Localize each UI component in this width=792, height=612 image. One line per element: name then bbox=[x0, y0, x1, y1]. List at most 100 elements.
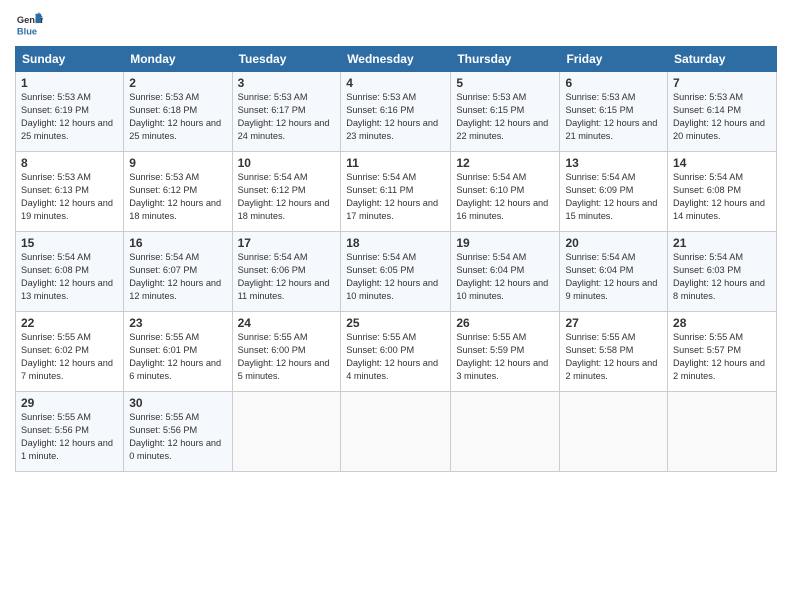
day-cell: 5Sunrise: 5:53 AMSunset: 6:15 PMDaylight… bbox=[451, 72, 560, 152]
logo: General Blue bbox=[15, 10, 47, 38]
day-cell: 13Sunrise: 5:54 AMSunset: 6:09 PMDayligh… bbox=[560, 152, 668, 232]
day-number: 19 bbox=[456, 236, 554, 250]
weekday-header-sunday: Sunday bbox=[16, 47, 124, 72]
day-cell: 30Sunrise: 5:55 AMSunset: 5:56 PMDayligh… bbox=[124, 392, 232, 472]
day-info: Sunrise: 5:53 AMSunset: 6:18 PMDaylight:… bbox=[129, 91, 226, 143]
day-number: 14 bbox=[673, 156, 771, 170]
day-number: 28 bbox=[673, 316, 771, 330]
day-info: Sunrise: 5:54 AMSunset: 6:09 PMDaylight:… bbox=[565, 171, 662, 223]
day-info: Sunrise: 5:54 AMSunset: 6:06 PMDaylight:… bbox=[238, 251, 336, 303]
weekday-header-friday: Friday bbox=[560, 47, 668, 72]
day-cell bbox=[232, 392, 341, 472]
day-info: Sunrise: 5:54 AMSunset: 6:04 PMDaylight:… bbox=[456, 251, 554, 303]
day-info: Sunrise: 5:55 AMSunset: 6:01 PMDaylight:… bbox=[129, 331, 226, 383]
day-info: Sunrise: 5:53 AMSunset: 6:17 PMDaylight:… bbox=[238, 91, 336, 143]
weekday-header-tuesday: Tuesday bbox=[232, 47, 341, 72]
day-number: 15 bbox=[21, 236, 118, 250]
day-cell: 10Sunrise: 5:54 AMSunset: 6:12 PMDayligh… bbox=[232, 152, 341, 232]
day-number: 26 bbox=[456, 316, 554, 330]
day-cell bbox=[451, 392, 560, 472]
day-cell: 1Sunrise: 5:53 AMSunset: 6:19 PMDaylight… bbox=[16, 72, 124, 152]
week-row-5: 29Sunrise: 5:55 AMSunset: 5:56 PMDayligh… bbox=[16, 392, 777, 472]
day-cell: 23Sunrise: 5:55 AMSunset: 6:01 PMDayligh… bbox=[124, 312, 232, 392]
day-cell: 11Sunrise: 5:54 AMSunset: 6:11 PMDayligh… bbox=[341, 152, 451, 232]
day-info: Sunrise: 5:55 AMSunset: 5:56 PMDaylight:… bbox=[21, 411, 118, 463]
day-cell: 24Sunrise: 5:55 AMSunset: 6:00 PMDayligh… bbox=[232, 312, 341, 392]
day-info: Sunrise: 5:54 AMSunset: 6:04 PMDaylight:… bbox=[565, 251, 662, 303]
day-info: Sunrise: 5:54 AMSunset: 6:07 PMDaylight:… bbox=[129, 251, 226, 303]
weekday-header-wednesday: Wednesday bbox=[341, 47, 451, 72]
day-cell: 21Sunrise: 5:54 AMSunset: 6:03 PMDayligh… bbox=[668, 232, 777, 312]
day-cell: 26Sunrise: 5:55 AMSunset: 5:59 PMDayligh… bbox=[451, 312, 560, 392]
day-info: Sunrise: 5:55 AMSunset: 5:59 PMDaylight:… bbox=[456, 331, 554, 383]
day-cell bbox=[560, 392, 668, 472]
day-number: 6 bbox=[565, 76, 662, 90]
day-info: Sunrise: 5:54 AMSunset: 6:03 PMDaylight:… bbox=[673, 251, 771, 303]
day-info: Sunrise: 5:53 AMSunset: 6:16 PMDaylight:… bbox=[346, 91, 445, 143]
day-info: Sunrise: 5:54 AMSunset: 6:08 PMDaylight:… bbox=[673, 171, 771, 223]
day-info: Sunrise: 5:55 AMSunset: 5:56 PMDaylight:… bbox=[129, 411, 226, 463]
day-number: 8 bbox=[21, 156, 118, 170]
day-cell: 17Sunrise: 5:54 AMSunset: 6:06 PMDayligh… bbox=[232, 232, 341, 312]
day-cell: 4Sunrise: 5:53 AMSunset: 6:16 PMDaylight… bbox=[341, 72, 451, 152]
day-number: 7 bbox=[673, 76, 771, 90]
day-number: 20 bbox=[565, 236, 662, 250]
day-info: Sunrise: 5:54 AMSunset: 6:05 PMDaylight:… bbox=[346, 251, 445, 303]
day-cell: 28Sunrise: 5:55 AMSunset: 5:57 PMDayligh… bbox=[668, 312, 777, 392]
day-number: 24 bbox=[238, 316, 336, 330]
day-info: Sunrise: 5:53 AMSunset: 6:12 PMDaylight:… bbox=[129, 171, 226, 223]
day-number: 11 bbox=[346, 156, 445, 170]
day-info: Sunrise: 5:53 AMSunset: 6:14 PMDaylight:… bbox=[673, 91, 771, 143]
day-info: Sunrise: 5:55 AMSunset: 6:02 PMDaylight:… bbox=[21, 331, 118, 383]
day-info: Sunrise: 5:55 AMSunset: 6:00 PMDaylight:… bbox=[238, 331, 336, 383]
day-number: 30 bbox=[129, 396, 226, 410]
week-row-4: 22Sunrise: 5:55 AMSunset: 6:02 PMDayligh… bbox=[16, 312, 777, 392]
day-number: 29 bbox=[21, 396, 118, 410]
day-number: 4 bbox=[346, 76, 445, 90]
weekday-header-saturday: Saturday bbox=[668, 47, 777, 72]
day-info: Sunrise: 5:55 AMSunset: 5:58 PMDaylight:… bbox=[565, 331, 662, 383]
svg-text:Blue: Blue bbox=[17, 26, 37, 36]
day-number: 25 bbox=[346, 316, 445, 330]
weekday-header-row: SundayMondayTuesdayWednesdayThursdayFrid… bbox=[16, 47, 777, 72]
day-info: Sunrise: 5:55 AMSunset: 5:57 PMDaylight:… bbox=[673, 331, 771, 383]
day-cell: 12Sunrise: 5:54 AMSunset: 6:10 PMDayligh… bbox=[451, 152, 560, 232]
day-cell bbox=[668, 392, 777, 472]
day-cell: 9Sunrise: 5:53 AMSunset: 6:12 PMDaylight… bbox=[124, 152, 232, 232]
day-info: Sunrise: 5:53 AMSunset: 6:19 PMDaylight:… bbox=[21, 91, 118, 143]
day-cell: 15Sunrise: 5:54 AMSunset: 6:08 PMDayligh… bbox=[16, 232, 124, 312]
day-number: 13 bbox=[565, 156, 662, 170]
day-number: 18 bbox=[346, 236, 445, 250]
day-info: Sunrise: 5:55 AMSunset: 6:00 PMDaylight:… bbox=[346, 331, 445, 383]
weekday-header-monday: Monday bbox=[124, 47, 232, 72]
day-number: 12 bbox=[456, 156, 554, 170]
day-number: 21 bbox=[673, 236, 771, 250]
day-number: 1 bbox=[21, 76, 118, 90]
day-cell: 16Sunrise: 5:54 AMSunset: 6:07 PMDayligh… bbox=[124, 232, 232, 312]
day-number: 9 bbox=[129, 156, 226, 170]
day-cell bbox=[341, 392, 451, 472]
day-cell: 2Sunrise: 5:53 AMSunset: 6:18 PMDaylight… bbox=[124, 72, 232, 152]
day-cell: 8Sunrise: 5:53 AMSunset: 6:13 PMDaylight… bbox=[16, 152, 124, 232]
week-row-1: 1Sunrise: 5:53 AMSunset: 6:19 PMDaylight… bbox=[16, 72, 777, 152]
day-info: Sunrise: 5:54 AMSunset: 6:11 PMDaylight:… bbox=[346, 171, 445, 223]
day-number: 2 bbox=[129, 76, 226, 90]
day-cell: 14Sunrise: 5:54 AMSunset: 6:08 PMDayligh… bbox=[668, 152, 777, 232]
day-number: 23 bbox=[129, 316, 226, 330]
day-info: Sunrise: 5:54 AMSunset: 6:08 PMDaylight:… bbox=[21, 251, 118, 303]
day-number: 16 bbox=[129, 236, 226, 250]
page: General Blue SundayMondayTuesdayWednesda… bbox=[0, 0, 792, 612]
week-row-3: 15Sunrise: 5:54 AMSunset: 6:08 PMDayligh… bbox=[16, 232, 777, 312]
day-number: 10 bbox=[238, 156, 336, 170]
day-cell: 6Sunrise: 5:53 AMSunset: 6:15 PMDaylight… bbox=[560, 72, 668, 152]
day-number: 17 bbox=[238, 236, 336, 250]
day-cell: 27Sunrise: 5:55 AMSunset: 5:58 PMDayligh… bbox=[560, 312, 668, 392]
day-number: 22 bbox=[21, 316, 118, 330]
day-cell: 18Sunrise: 5:54 AMSunset: 6:05 PMDayligh… bbox=[341, 232, 451, 312]
day-number: 5 bbox=[456, 76, 554, 90]
logo-icon: General Blue bbox=[15, 10, 43, 38]
day-cell: 20Sunrise: 5:54 AMSunset: 6:04 PMDayligh… bbox=[560, 232, 668, 312]
day-number: 27 bbox=[565, 316, 662, 330]
day-cell: 7Sunrise: 5:53 AMSunset: 6:14 PMDaylight… bbox=[668, 72, 777, 152]
week-row-2: 8Sunrise: 5:53 AMSunset: 6:13 PMDaylight… bbox=[16, 152, 777, 232]
